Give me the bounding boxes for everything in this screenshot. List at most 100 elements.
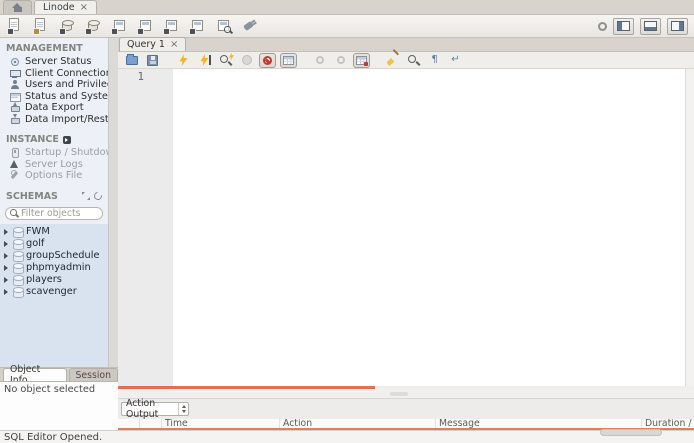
sidebar-item-server-status[interactable]: Server Status — [0, 56, 108, 68]
schema-icon — [12, 251, 24, 262]
refresh-schemas-icon[interactable] — [92, 190, 104, 202]
query-tab[interactable]: Query 1 × — [119, 37, 187, 51]
info-tab-bar: Object Info Session — [0, 364, 118, 386]
stop-execution-button[interactable] — [238, 53, 255, 68]
expander-icon[interactable] — [4, 276, 8, 283]
toggle-wrap-button[interactable]: ↵ — [447, 53, 464, 68]
commit-button[interactable] — [311, 53, 328, 68]
query-tab-bar: Query 1 × — [118, 37, 694, 52]
create-procedure-button[interactable] — [136, 17, 155, 35]
query-tab-label: Query 1 — [127, 39, 165, 50]
schema-item-scavenger[interactable]: scavenger — [0, 286, 108, 298]
new-sql-tab-button[interactable] — [6, 17, 25, 35]
column-header-duration: Duration / Fetch — [645, 419, 694, 428]
output-selector[interactable]: Action Output — [121, 398, 189, 420]
beautify-sql-button[interactable] — [384, 53, 401, 68]
connection-tab[interactable]: Linode × — [34, 0, 98, 14]
sidebar-item-server-logs[interactable]: Server Logs — [0, 159, 108, 171]
panel-splitter[interactable] — [118, 389, 694, 398]
instance-section-title: INSTANCE — [0, 125, 108, 147]
save-script-button[interactable] — [144, 53, 161, 68]
create-function-button[interactable] — [162, 17, 181, 35]
toggle-secondary-sidebar-button[interactable] — [667, 17, 688, 35]
expander-icon[interactable] — [4, 228, 8, 235]
schema-label: scavenger — [26, 286, 77, 297]
find-button[interactable] — [405, 53, 422, 68]
stepper-icon[interactable] — [178, 403, 188, 415]
schema-icon — [12, 227, 24, 238]
execute-button[interactable] — [175, 53, 192, 68]
output-panel-icon — [644, 21, 657, 31]
sidebar-item-data-import[interactable]: Data Import/Restore — [0, 113, 108, 126]
sidebar-item-label: Status and System Variables — [25, 90, 108, 102]
create-view-button[interactable] — [110, 17, 129, 35]
expander-icon[interactable] — [4, 252, 8, 259]
search-table-data-button[interactable] — [214, 17, 233, 35]
schema-item-fwm[interactable]: FWM — [0, 226, 108, 238]
execute-current-lightning-icon — [200, 54, 209, 66]
tab-object-info[interactable]: Object Info — [3, 364, 67, 386]
toggle-autocommit-button[interactable] — [353, 52, 370, 68]
instance-actions-icon[interactable] — [62, 135, 71, 144]
client-connections-icon — [9, 68, 21, 79]
toggle-stop-on-error-button[interactable] — [259, 52, 276, 68]
sidebar-scrollbar[interactable] — [108, 38, 118, 367]
schema-list: FWM golf groupSchedule phpmyadmin player… — [0, 223, 108, 367]
schema-filter-input[interactable] — [21, 207, 99, 219]
expand-schemas-icon[interactable] — [82, 192, 90, 200]
sidebar-item-label: Startup / Shutdown — [25, 147, 108, 159]
home-tab[interactable] — [3, 0, 32, 14]
schema-item-players[interactable]: players — [0, 274, 108, 286]
status-bar: SQL Editor Opened. — [0, 430, 694, 443]
sidebar-item-client-connections[interactable]: Client Connections — [0, 68, 108, 80]
toggle-output-panel-button[interactable] — [640, 17, 661, 35]
invisible-characters-icon: ¶ — [431, 54, 438, 65]
schema-icon — [12, 263, 24, 274]
sidebar-item-label: Users and Privileges — [25, 79, 108, 91]
users-privileges-icon — [9, 79, 20, 90]
rollback-button[interactable] — [332, 53, 349, 68]
reconnect-dbms-button[interactable] — [240, 17, 259, 35]
object-info-message: No object selected — [0, 381, 118, 430]
output-horizontal-scrollbar-thumb[interactable] — [600, 429, 662, 436]
schema-item-golf[interactable]: golf — [0, 238, 108, 250]
schema-item-phpmyadmin[interactable]: phpmyadmin — [0, 262, 108, 274]
open-sql-script-button[interactable] — [32, 17, 51, 35]
results-grid-icon — [283, 55, 294, 65]
connection-status-icon — [598, 21, 607, 31]
close-query-tab-icon[interactable]: × — [170, 39, 178, 49]
execute-current-button[interactable] — [196, 53, 213, 68]
expander-icon[interactable] — [4, 240, 8, 247]
tab-session[interactable]: Session — [68, 368, 118, 381]
explain-button[interactable] — [217, 52, 234, 68]
schema-item-groupschedule[interactable]: groupSchedule — [0, 250, 108, 262]
splitter-grip[interactable] — [390, 391, 408, 396]
sql-editor-area: Query 1 × ¶ ↵ 1 Action Output Time Actio… — [118, 37, 694, 430]
schema-label: phpmyadmin — [26, 262, 91, 273]
sidebar-item-data-export[interactable]: Data Export — [0, 102, 108, 114]
sql-editor-surface[interactable]: 1 — [118, 69, 694, 386]
sidebar-item-label: Client Connections — [25, 67, 108, 79]
secondary-sidebar-panel-icon — [671, 21, 684, 31]
toggle-sidebar-button[interactable] — [613, 17, 634, 35]
sidebar-item-startup-shutdown[interactable]: Startup / Shutdown — [0, 147, 108, 159]
create-schema-button[interactable] — [58, 17, 77, 35]
sidebar-item-users-privileges[interactable]: Users and Privileges — [0, 79, 108, 91]
sidebar-item-options-file[interactable]: Options File — [0, 170, 108, 182]
column-header-action: Action — [280, 419, 436, 428]
navigator-sidebar: MANAGEMENT Server Status Client Connecti… — [0, 38, 118, 430]
show-invisibles-button[interactable]: ¶ — [426, 53, 443, 68]
open-script-button[interactable] — [123, 53, 140, 68]
search-icon — [10, 209, 18, 217]
schema-icon — [12, 239, 24, 250]
close-tab-icon[interactable]: × — [80, 2, 88, 12]
editor-vertical-scrollbar[interactable] — [685, 69, 694, 386]
expander-icon[interactable] — [4, 264, 8, 271]
create-table-button[interactable] — [84, 17, 103, 35]
expander-icon[interactable] — [4, 288, 8, 295]
results-grid-button[interactable] — [280, 52, 297, 68]
sidebar-item-system-variables[interactable]: Status and System Variables — [0, 91, 108, 103]
create-event-button[interactable] — [188, 17, 207, 35]
column-header-status — [118, 419, 140, 428]
commit-icon — [315, 56, 324, 64]
